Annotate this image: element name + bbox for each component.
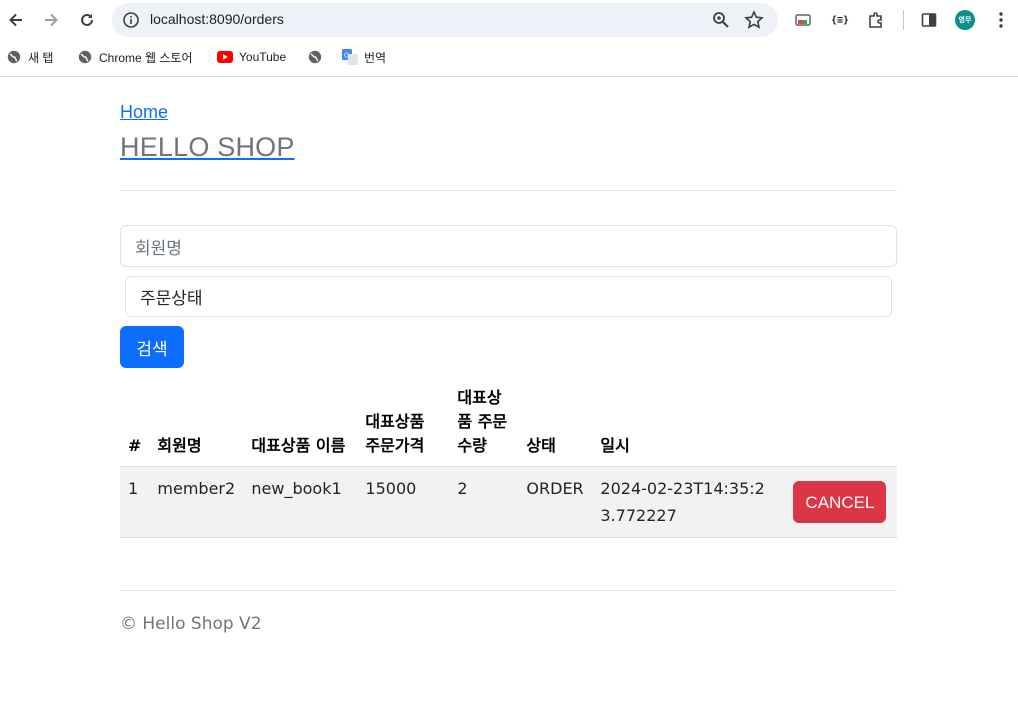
globe-icon — [307, 49, 323, 65]
table-header-row: # 회원명 대표상품 이름 대표상품 주문가격 대표상품 주문 수량 상태 일시 — [120, 378, 897, 467]
reload-icon — [81, 13, 93, 26]
json-braces-icon: {≡} — [830, 14, 850, 26]
bookmark-label: Chrome 웹 스토어 — [99, 50, 193, 65]
cell-status: ORDER — [518, 466, 593, 538]
json-extension-button[interactable]: {≡} — [829, 9, 851, 31]
column-header-date: 일시 — [592, 378, 786, 467]
translate-icon: G — [342, 49, 358, 65]
puzzle-icon — [869, 12, 882, 28]
globe-icon — [6, 49, 22, 65]
side-panel-button[interactable] — [918, 9, 940, 31]
column-header-status: 상태 — [518, 378, 593, 467]
cell-action: CANCEL — [785, 466, 897, 538]
youtube-icon — [217, 49, 233, 65]
table-row: 1 member2 new_book1 15000 2 ORDER 2024-0… — [120, 466, 897, 538]
profile-avatar[interactable]: 영무 — [955, 10, 975, 30]
shop-title-link[interactable]: HELLO SHOP — [120, 132, 295, 163]
bookmark-label: YouTube — [239, 50, 287, 64]
browser-toolbar: localhost:8090/orders {≡} 영무 — [0, 0, 1018, 40]
column-header-action — [785, 378, 897, 467]
zoom-icon[interactable] — [712, 11, 730, 29]
order-status-select[interactable]: 주문상태 — [125, 276, 892, 317]
toolbar-divider — [903, 10, 904, 30]
footer-text: © Hello Shop V2 — [120, 614, 262, 634]
orders-table: # 회원명 대표상품 이름 대표상품 주문가격 대표상품 주문 수량 상태 일시… — [120, 378, 897, 538]
cell-count: 2 — [449, 466, 519, 538]
cast-icon — [795, 14, 811, 26]
column-header-member: 회원명 — [149, 378, 244, 467]
back-button[interactable] — [4, 8, 28, 32]
search-button[interactable]: 검색 — [120, 326, 184, 368]
cast-extension-button[interactable] — [792, 9, 814, 31]
extensions-button[interactable] — [865, 9, 887, 31]
bookmark-new-tab[interactable]: 새 탭 — [6, 48, 53, 66]
cell-price: 15000 — [357, 466, 450, 538]
footer-divider — [120, 590, 897, 591]
cell-item-name: new_book1 — [243, 466, 358, 538]
member-name-input[interactable]: 회원명 — [120, 225, 897, 267]
svg-text:G: G — [344, 52, 349, 60]
cell-date: 2024-02-23T14:35:23.772227 — [592, 466, 786, 538]
cell-member: member2 — [149, 466, 244, 538]
back-arrow-icon — [9, 13, 22, 27]
column-header-item-name: 대표상품 이름 — [243, 378, 358, 467]
column-header-price: 대표상품 주문가격 — [357, 378, 450, 467]
address-bar[interactable]: localhost:8090/orders — [112, 3, 778, 37]
side-panel-icon — [921, 13, 937, 27]
bookmark-label: 번역 — [364, 50, 387, 65]
bookmark-label: 새 탭 — [28, 50, 54, 65]
forward-arrow-icon — [45, 13, 58, 27]
reload-button[interactable] — [75, 8, 99, 32]
globe-icon — [77, 49, 93, 65]
bookmark-chrome-web-store[interactable]: Chrome 웹 스토어 — [77, 48, 193, 66]
address-url[interactable]: localhost:8090/orders — [150, 11, 284, 27]
header-divider — [120, 190, 897, 191]
bookmark-globe[interactable] — [307, 48, 329, 66]
more-menu-icon[interactable] — [991, 10, 1011, 30]
column-header-count: 대표상품 주문 수량 — [449, 378, 519, 467]
bookmark-translate[interactable]: G 번역 — [342, 48, 386, 66]
home-link[interactable]: Home — [120, 102, 168, 123]
forward-button[interactable] — [39, 8, 63, 32]
bookmark-star-icon[interactable] — [744, 10, 764, 30]
cell-id: 1 — [120, 466, 150, 538]
bookmark-youtube[interactable]: YouTube — [217, 48, 286, 66]
info-icon[interactable] — [122, 11, 140, 29]
bookmarks-bar: 새 탭 Chrome 웹 스토어 YouTube G 번역 — [0, 40, 1018, 77]
column-header-number: # — [120, 378, 150, 467]
cancel-order-button[interactable]: CANCEL — [793, 481, 887, 523]
